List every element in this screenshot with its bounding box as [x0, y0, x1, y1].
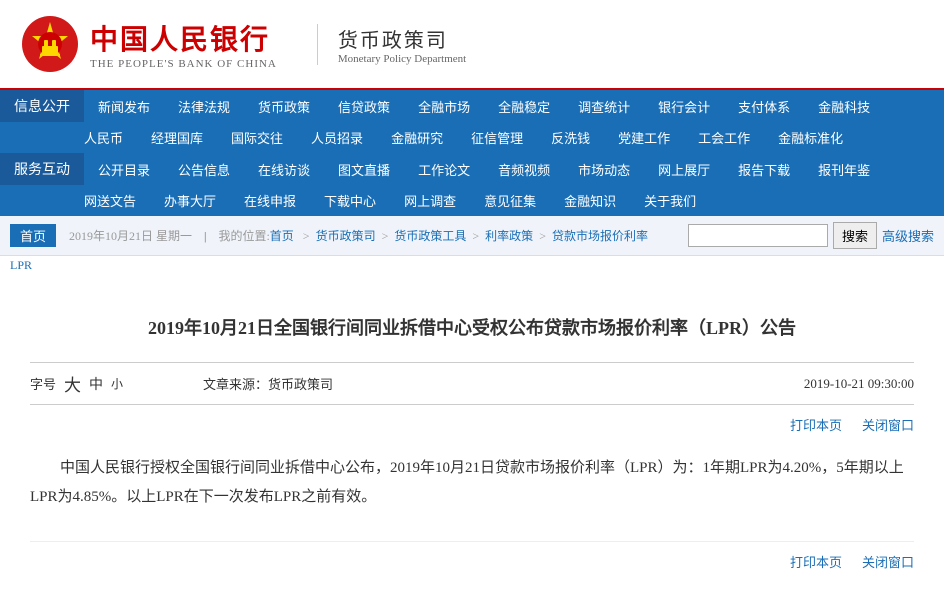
bank-name-en: THE PEOPLE'S BANK OF CHINA [90, 58, 277, 70]
nav-shenbao[interactable]: 在线申报 [230, 185, 310, 216]
nav-items-row3: 公开目录 公告信息 在线访谈 图文直播 工作论文 音频视频 市场动态 网上展厅 … [84, 153, 944, 185]
nav-guoku[interactable]: 经理国库 [137, 122, 217, 153]
source-label: 文章来源： [203, 377, 268, 392]
article-date: 2019-10-21 09:30:00 [804, 376, 914, 392]
print-link-top[interactable]: 打印本页 [790, 415, 842, 434]
nav-biaozhun[interactable]: 金融标准化 [764, 122, 857, 153]
nav-yijian[interactable]: 意见征集 [470, 185, 550, 216]
nav-jinrongkeji[interactable]: 金融科技 [804, 90, 884, 122]
nav-items-row2: 人民币 经理国库 国际交往 人员招录 金融研究 征信管理 反洗钱 党建工作 工会… [70, 122, 944, 153]
article-actions-bottom: 打印本页 关闭窗口 [30, 541, 914, 571]
nav-gonggao[interactable]: 公告信息 [164, 153, 244, 185]
breadcrumb-link-4[interactable]: 贷款市场报价利率 [552, 229, 648, 243]
bank-emblem [20, 14, 80, 74]
nav-row-3: 服务互动 公开目录 公告信息 在线访谈 图文直播 工作论文 音频视频 市场动态 … [0, 153, 944, 185]
nav-wangsong[interactable]: 网送文告 [70, 185, 150, 216]
bank-name-cn: 中国人民银行 [90, 18, 270, 58]
article-title: 2019年10月21日全国银行间同业拆借中心受权公布贷款市场报价利率（LPR）公… [30, 315, 914, 342]
nav-label-info: 信息公开 [0, 90, 84, 122]
nav-row-4: 网送文告 办事大厅 在线申报 下载中心 网上调查 意见征集 金融知识 关于我们 [0, 185, 944, 216]
font-large-btn[interactable]: 大 [64, 371, 81, 396]
breadcrumb-sep1: > [303, 229, 313, 243]
search-input[interactable] [688, 224, 828, 247]
nav-xindai[interactable]: 信贷政策 [324, 90, 404, 122]
breadcrumb-sep3: > [472, 229, 482, 243]
breadcrumb-date: 2019年10月21日 星期一 [69, 229, 192, 243]
nav-falv[interactable]: 法律法规 [164, 90, 244, 122]
nav-fangtan[interactable]: 在线访谈 [244, 153, 324, 185]
nav-xinwen[interactable]: 新闻发布 [84, 90, 164, 122]
nav-lunwen[interactable]: 工作论文 [404, 153, 484, 185]
page-header: 中国人民银行 THE PEOPLE'S BANK OF CHINA 货币政策司 … [0, 0, 944, 90]
breadcrumb-link-2[interactable]: 货币政策工具 [394, 229, 466, 243]
font-small-btn[interactable]: 小 [111, 375, 123, 392]
font-medium-btn[interactable]: 中 [89, 374, 103, 394]
nav-zhifu[interactable]: 支付体系 [724, 90, 804, 122]
advanced-search-link[interactable]: 高级搜索 [882, 226, 934, 245]
nav-zhengxin[interactable]: 征信管理 [457, 122, 537, 153]
nav-label-empty1 [0, 122, 70, 153]
breadcrumb-sep4: > [539, 229, 549, 243]
nav-guoji[interactable]: 国际交往 [217, 122, 297, 153]
nav-zhishi[interactable]: 金融知识 [550, 185, 630, 216]
nav-row-2: 人民币 经理国库 国际交往 人员招录 金融研究 征信管理 反洗钱 党建工作 工会… [0, 122, 944, 153]
nav-wangzhan[interactable]: 网上展厅 [644, 153, 724, 185]
nav-renyuan[interactable]: 人员招录 [297, 122, 377, 153]
breadcrumb-location: 我的位置:首页 [218, 229, 293, 243]
breadcrumb-link-1[interactable]: 货币政策司 [316, 229, 376, 243]
nav-yinhang[interactable]: 银行会计 [644, 90, 724, 122]
breadcrumb-current: LPR [0, 256, 944, 275]
nav-xiazai[interactable]: 下载中心 [310, 185, 390, 216]
font-size-label: 字号 [30, 374, 56, 393]
nav-dangj[interactable]: 党建工作 [604, 122, 684, 153]
breadcrumb-sep2: > [382, 229, 392, 243]
nav-yanjiu[interactable]: 金融研究 [377, 122, 457, 153]
logo-text-area: 中国人民银行 THE PEOPLE'S BANK OF CHINA [90, 18, 277, 70]
nav-jinrong[interactable]: 全融市场 [404, 90, 484, 122]
department-area: 货币政策司 Monetary Policy Department [317, 24, 466, 65]
breadcrumb-link-3[interactable]: 利率政策 [485, 229, 533, 243]
article-source: 文章来源：货币政策司 [203, 374, 333, 393]
nav-banshi[interactable]: 办事大厅 [150, 185, 230, 216]
nav-wending[interactable]: 全融稳定 [484, 90, 564, 122]
nav-items-row4: 网送文告 办事大厅 在线申报 下载中心 网上调查 意见征集 金融知识 关于我们 [70, 185, 944, 216]
nav-mulu[interactable]: 公开目录 [84, 153, 164, 185]
home-link[interactable]: 首页 [10, 224, 56, 247]
nav-gonghui[interactable]: 工会工作 [684, 122, 764, 153]
source-value: 货币政策司 [268, 377, 333, 392]
nav-row-1: 信息公开 新闻发布 法律法规 货币政策 信贷政策 全融市场 全融稳定 调查统计 … [0, 90, 944, 122]
logo-area: 中国人民银行 THE PEOPLE'S BANK OF CHINA [20, 14, 277, 74]
nav-guanyu[interactable]: 关于我们 [630, 185, 710, 216]
search-area: 搜索 高级搜索 [688, 222, 934, 249]
nav-huobi[interactable]: 货币政策 [244, 90, 324, 122]
search-button[interactable]: 搜索 [833, 222, 877, 249]
close-link-top[interactable]: 关闭窗口 [862, 415, 914, 434]
nav-label-empty2 [0, 185, 70, 216]
article-content: 2019年10月21日全国银行间同业拆借中心受权公布贷款市场报价利率（LPR）公… [0, 275, 944, 591]
nav-fanxi[interactable]: 反洗钱 [537, 122, 604, 153]
breadcrumb-path: 2019年10月21日 星期一 | 我的位置:首页 > 货币政策司 > 货币政策… [66, 227, 648, 244]
article-meta: 字号 大 中 小 文章来源：货币政策司 2019-10-21 09:30:00 [30, 362, 914, 405]
print-link-bottom[interactable]: 打印本页 [790, 552, 842, 571]
nav-items-row1: 新闻发布 法律法规 货币政策 信贷政策 全融市场 全融稳定 调查统计 银行会计 … [84, 90, 944, 122]
nav-baogao[interactable]: 报告下载 [724, 153, 804, 185]
article-actions-top: 打印本页 关闭窗口 [30, 415, 914, 434]
breadcrumb-home-link[interactable]: 首页 [270, 229, 294, 243]
main-nav: 信息公开 新闻发布 法律法规 货币政策 信贷政策 全融市场 全融稳定 调查统计 … [0, 90, 944, 216]
nav-shichang[interactable]: 市场动态 [564, 153, 644, 185]
font-size-control: 字号 大 中 小 [30, 371, 123, 396]
breadcrumb-bar: 首页 2019年10月21日 星期一 | 我的位置:首页 > 货币政策司 > 货… [0, 216, 944, 256]
dept-name-en: Monetary Policy Department [338, 53, 466, 65]
nav-label-service: 服务互动 [0, 153, 84, 185]
nav-baokanyear[interactable]: 报刊年鉴 [804, 153, 884, 185]
article-body: 中国人民银行授权全国银行间同业拆借中心公布，2019年10月21日贷款市场报价利… [30, 454, 914, 511]
close-link-bottom[interactable]: 关闭窗口 [862, 552, 914, 571]
dept-name-cn: 货币政策司 [338, 24, 466, 53]
nav-yinpin[interactable]: 音频视频 [484, 153, 564, 185]
nav-renminbi[interactable]: 人民币 [70, 122, 137, 153]
nav-diaocha2[interactable]: 网上调查 [390, 185, 470, 216]
nav-tuwen[interactable]: 图文直播 [324, 153, 404, 185]
nav-diaocha[interactable]: 调查统计 [564, 90, 644, 122]
